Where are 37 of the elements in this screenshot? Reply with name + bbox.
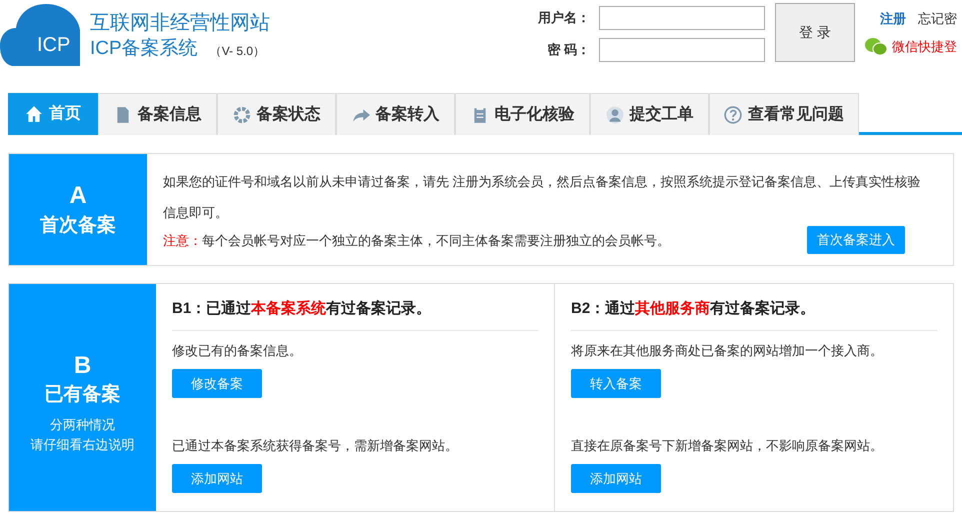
password-field[interactable] [599, 38, 765, 62]
section-title: 已有备案 [44, 382, 120, 406]
site-title: 互联网非经营性网站 [90, 11, 270, 36]
nav-tab[interactable]: 提交工单 [590, 93, 709, 135]
section-letter: B [74, 350, 92, 380]
nav-tab[interactable]: 查看常见问题 [709, 93, 859, 135]
case-description: 修改已有的备案信息。 [172, 342, 303, 360]
ring-icon [232, 106, 250, 124]
case-description: 已通过本备案系统获得备案号，需新增备案网站。 [172, 437, 459, 455]
case-heading: B1：已通过本备案系统有过备案记录。 [172, 298, 538, 331]
note-text: 注意：每个会员帐号对应一个独立的备案主体，不同主体备案需要注册独立的会员帐号。 [163, 232, 671, 250]
instruction-text: 如果您的证件号和域名以前从未申请过备案，请先 注册为系统会员，然后点备案信息，按照系统提示登记备案信息、上传真实性核验信息即可。 [163, 173, 922, 222]
nav-tab[interactable]: 备案状态 [217, 93, 336, 135]
section-title: 首次备案 [40, 214, 116, 238]
wechat-login-link[interactable]: 微信快捷登 [892, 37, 957, 57]
login-button[interactable]: 登 录 [775, 3, 855, 62]
forgot-password-link[interactable]: 忘记密 [918, 9, 957, 28]
password-label: 密 码： [546, 41, 591, 60]
case-description: 将原来在其他服务商处已备案的网站增加一个接入商。 [571, 342, 884, 360]
section-note: 请仔细看右边说明 [30, 436, 134, 454]
nav-tab[interactable]: 电子化核验 [455, 93, 590, 135]
nav-tab[interactable]: 备案转入 [336, 93, 455, 135]
case-heading: B2：通过其他服务商有过备案记录。 [571, 298, 937, 331]
section-letter: A [69, 182, 87, 210]
chat-bubbles-icon [864, 37, 888, 57]
logo-text: ICP [37, 35, 70, 55]
help-icon [724, 106, 742, 124]
username-label: 用户名： [536, 9, 591, 28]
home-icon [25, 105, 43, 123]
version-text: （V- 5.0） [210, 43, 266, 60]
section-note: 分两种情况 [50, 416, 115, 434]
nav-tab[interactable]: 备案信息 [98, 93, 217, 135]
username-field[interactable] [599, 6, 765, 30]
site-subtitle: ICP备案系统 [90, 36, 198, 61]
case-description: 直接在原备案号下新增备案网站，不影响原备案网站。 [571, 437, 884, 455]
user-icon [606, 106, 624, 124]
register-link[interactable]: 注册 [880, 9, 906, 28]
